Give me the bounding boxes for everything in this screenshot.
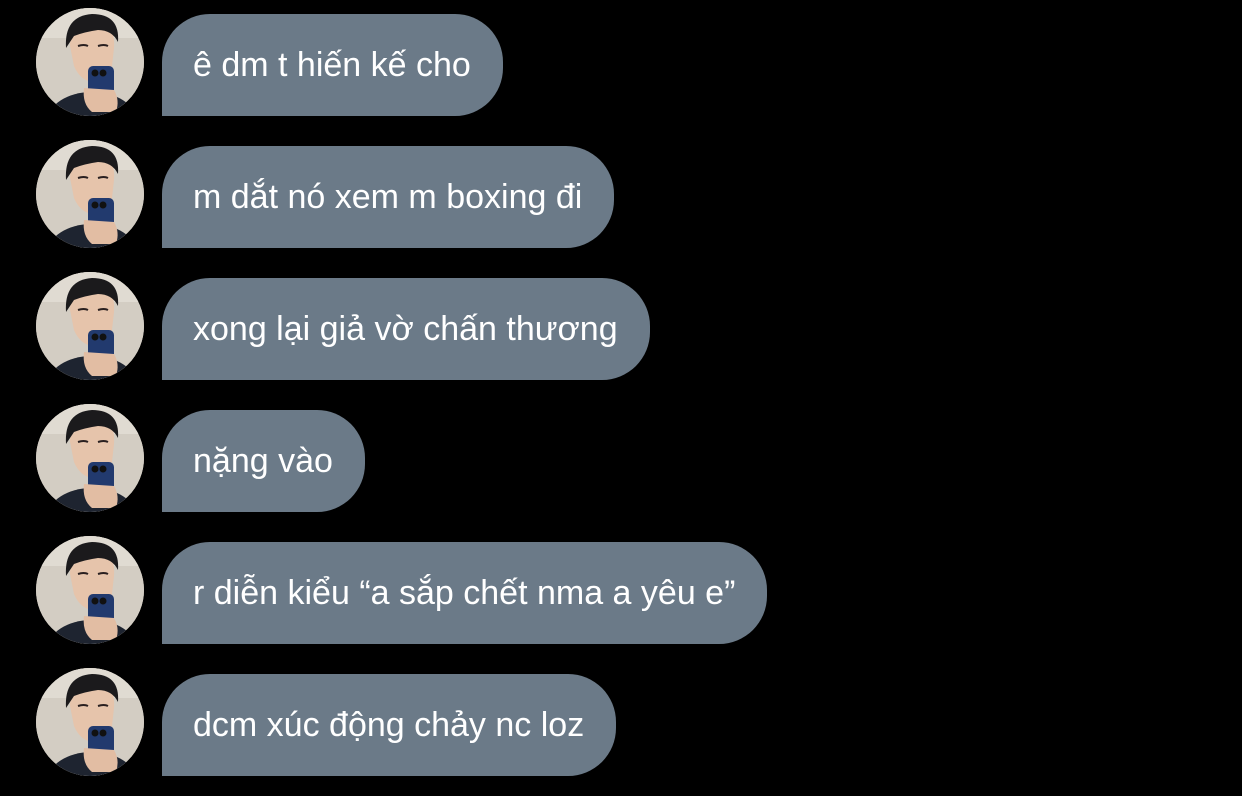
message-row: dcm xúc động chảy nc loz: [0, 668, 1242, 776]
message-row: r diễn kiểu “a sắp chết nma a yêu e”: [0, 536, 1242, 644]
avatar[interactable]: [36, 272, 144, 380]
avatar[interactable]: [36, 668, 144, 776]
message-row: nặng vào: [0, 404, 1242, 512]
avatar[interactable]: [36, 8, 144, 116]
message-bubble[interactable]: nặng vào: [162, 410, 365, 512]
message-text: nặng vào: [193, 442, 333, 480]
message-text: xong lại giả vờ chấn thương: [193, 310, 618, 348]
message-bubble[interactable]: ê dm t hiến kế cho: [162, 14, 503, 116]
message-bubble[interactable]: dcm xúc động chảy nc loz: [162, 674, 617, 776]
avatar-photo-icon: [36, 536, 144, 644]
avatar[interactable]: [36, 404, 144, 512]
message-row: ê dm t hiến kế cho: [0, 8, 1242, 116]
message-thread: ê dm t hiến kế cho m dắt nó xem m boxing…: [0, 0, 1242, 796]
message-text: m dắt nó xem m boxing đi: [193, 178, 583, 216]
message-row: m dắt nó xem m boxing đi: [0, 140, 1242, 248]
message-text: dcm xúc động chảy nc loz: [193, 706, 585, 744]
message-text: r diễn kiểu “a sắp chết nma a yêu e”: [193, 574, 736, 612]
avatar-photo-icon: [36, 668, 144, 776]
avatar[interactable]: [36, 140, 144, 248]
message-row: xong lại giả vờ chấn thương: [0, 272, 1242, 380]
avatar-photo-icon: [36, 140, 144, 248]
avatar-photo-icon: [36, 272, 144, 380]
message-bubble[interactable]: m dắt nó xem m boxing đi: [162, 146, 615, 248]
avatar[interactable]: [36, 536, 144, 644]
message-text: ê dm t hiến kế cho: [193, 46, 471, 84]
message-bubble[interactable]: xong lại giả vờ chấn thương: [162, 278, 650, 380]
message-bubble[interactable]: r diễn kiểu “a sắp chết nma a yêu e”: [162, 542, 768, 644]
avatar-photo-icon: [36, 8, 144, 116]
avatar-photo-icon: [36, 404, 144, 512]
